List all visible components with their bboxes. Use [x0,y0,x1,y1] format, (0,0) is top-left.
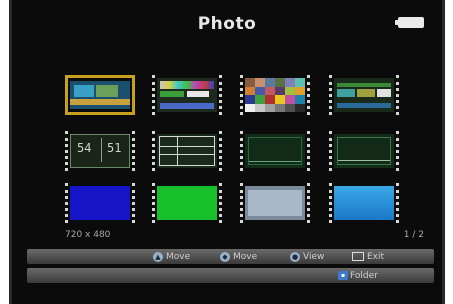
thumbnail-4[interactable] [329,75,399,115]
hint-exit: Exit [352,250,384,263]
hint-bar: ▲ Move ◆ Move ● View Exit [27,249,434,264]
thumbnail-2[interactable] [152,75,222,115]
exit-icon [352,252,364,261]
hint-label: Folder [350,270,378,281]
thumbnail-3[interactable] [240,75,310,115]
hint-label: Move [166,251,191,262]
hint-label: Exit [367,251,385,262]
thumbnail-5[interactable]: 54 51 [65,131,135,171]
hint-move-leftright: ◆ Move [220,250,257,263]
hint-bar-secondary: ▪ Folder [27,268,434,283]
thumbnail-8[interactable] [329,131,399,171]
left-right-icon: ◆ [220,251,230,262]
thumbnail-1[interactable] [65,75,135,115]
thumbnail-7[interactable] [240,131,310,171]
thumbnail-6[interactable] [152,131,222,171]
hint-move-updown: ▲ Move [153,250,190,263]
hint-label: Move [233,251,258,262]
hint-view: ● View [290,250,324,263]
page-indicator: 1 / 2 [403,230,424,240]
folder-icon: ▪ [338,271,348,280]
resolution-label: 720 x 480 [65,230,111,240]
thumbnail-10[interactable] [152,183,222,223]
up-down-icon: ▲ [153,251,163,262]
thumbnail-9[interactable] [65,183,135,223]
hint-label: View [303,251,325,262]
ok-icon: ● [290,251,300,262]
photo-browser-screen: Photo 54 51 720 x 480 1 / 2 ▲ Move ◆ Mov… [9,0,445,304]
thumbnail-12[interactable] [329,183,399,223]
thumbnail-11[interactable] [240,183,310,223]
hint-folder: ▪ Folder [338,269,378,282]
